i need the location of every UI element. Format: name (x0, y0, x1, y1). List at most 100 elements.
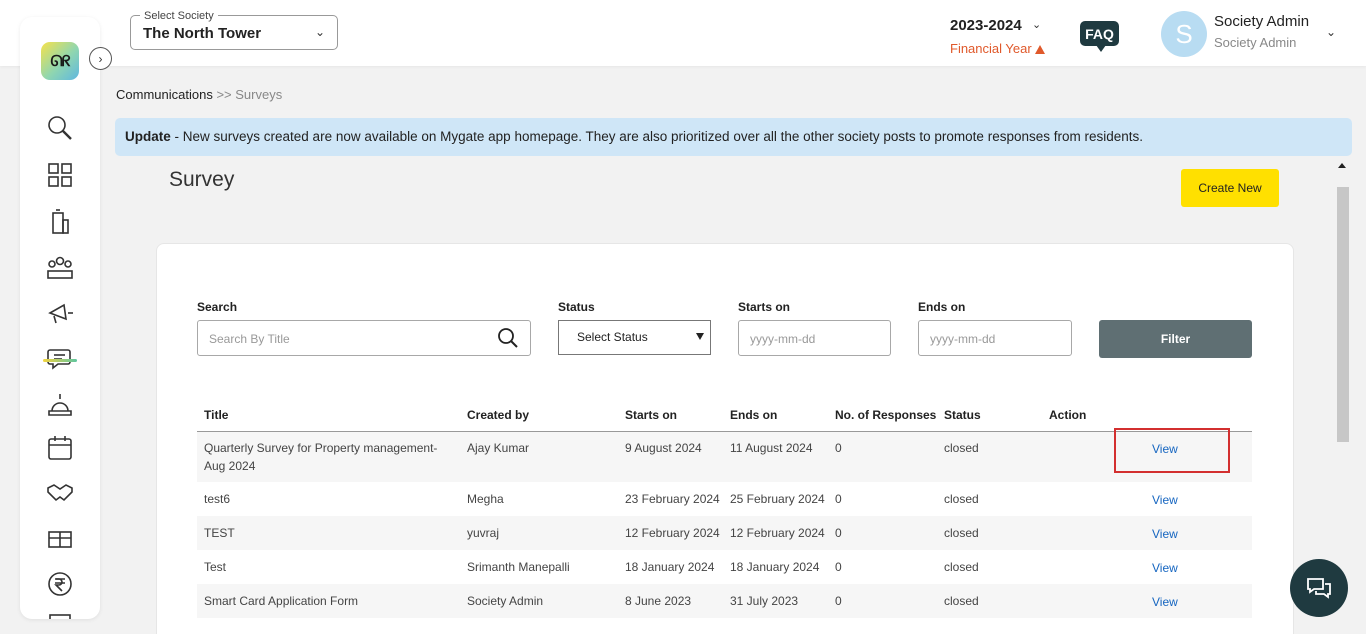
scrollbar[interactable] (1336, 160, 1350, 634)
cell-title: Smart Card Application Form (204, 594, 359, 608)
society-select-value: The North Tower (143, 25, 262, 42)
cell-ends-on: 31 July 2023 (730, 594, 799, 608)
cell-starts-on: 18 January 2024 (625, 560, 715, 574)
cell-ends-on: 18 January 2024 (730, 560, 820, 574)
cell-ends-on: 12 February 2024 (730, 526, 825, 540)
column-header-status: Status (944, 408, 981, 422)
column-header-title: Title (204, 408, 229, 422)
scroll-up-arrow-icon[interactable] (1338, 163, 1346, 168)
starts-on-label: Starts on (738, 300, 791, 314)
cell-title: Test (204, 560, 227, 574)
chevron-down-icon: ⌄ (314, 25, 325, 39)
chat-icon (1307, 578, 1331, 599)
cell-responses: 0 (835, 560, 842, 574)
search-input[interactable]: Search By Title (197, 320, 531, 356)
cell-starts-on: 12 February 2024 (625, 526, 720, 540)
society-select-label: Select Society (140, 10, 218, 22)
cell-status: closed (944, 492, 979, 506)
gift-icon[interactable] (44, 522, 76, 554)
rupee-icon[interactable] (44, 568, 76, 600)
cell-responses: 0 (835, 594, 842, 608)
handshake-icon[interactable] (44, 476, 76, 508)
page-title: Survey (169, 168, 235, 191)
create-new-button[interactable]: Create New (1181, 169, 1279, 207)
status-select[interactable]: Select Status (558, 320, 711, 355)
status-label: Status (558, 300, 595, 314)
breadcrumb: Communications >> Surveys (116, 87, 282, 102)
cell-title: Quarterly Survey for Property management… (204, 441, 438, 473)
column-header-ends-on: Ends on (730, 408, 778, 422)
cell-title: test6 (204, 492, 231, 506)
filter-button[interactable]: Filter (1099, 320, 1252, 358)
chat-support-button[interactable] (1290, 559, 1348, 617)
cell-created-by: Ajay Kumar (467, 441, 530, 455)
view-link[interactable]: View (1152, 559, 1178, 577)
column-header-responses: No. of Responses (835, 408, 937, 422)
update-banner: Update - New surveys created are now ava… (115, 118, 1352, 156)
view-link[interactable]: View (1152, 593, 1178, 611)
cell-responses: 0 (835, 441, 842, 455)
search-icon[interactable] (44, 112, 76, 144)
column-header-action: Action (1049, 408, 1087, 422)
cell-starts-on: 23 February 2024 (625, 492, 720, 506)
banner-text: - New surveys created are now available … (170, 129, 1144, 144)
cell-starts-on: 9 August 2024 (625, 441, 702, 455)
table-row (197, 550, 1252, 584)
warning-icon (1034, 45, 1045, 54)
logo-glyph: ᘏᖇ (50, 52, 70, 70)
user-role: Society Admin (1214, 35, 1297, 50)
breadcrumb-current: Surveys (235, 87, 283, 102)
table-row (197, 516, 1252, 550)
calendar-icon[interactable] (44, 432, 76, 464)
sidebar: ᘏᖇ (20, 17, 100, 619)
cell-status: closed (944, 560, 979, 574)
financial-year-label-row: Financial Year (950, 41, 1045, 56)
scrollbar-thumb[interactable] (1337, 187, 1349, 442)
cell-status: closed (944, 526, 979, 540)
table-row (197, 482, 1252, 516)
column-header-created-by: Created by (467, 408, 530, 422)
view-link[interactable]: View (1152, 491, 1178, 509)
cell-created-by: yuvraj (467, 526, 500, 540)
cell-created-by: Srimanth Manepalli (467, 560, 570, 574)
cell-starts-on: 8 June 2023 (625, 594, 692, 608)
sidebar-expand-button[interactable]: › (89, 47, 112, 70)
view-link[interactable]: View (1152, 525, 1178, 543)
amenities-icon[interactable] (44, 387, 76, 419)
starts-on-input[interactable]: yyyy-mm-dd (738, 320, 891, 356)
top-header: Select Society The North Tower ⌄ 2023-20… (0, 0, 1366, 66)
chevron-down-icon[interactable]: ⌄ (1326, 25, 1336, 39)
search-label: Search (197, 300, 238, 314)
residents-icon[interactable] (44, 251, 76, 283)
status-select-value: Select Status (577, 330, 648, 344)
cell-created-by: Megha (467, 492, 504, 506)
communications-icon[interactable] (44, 342, 76, 374)
faq-button[interactable]: FAQ (1080, 21, 1119, 52)
financial-year-selector[interactable]: 2023-2024 ⌄ Financial Year (950, 17, 1045, 56)
ends-on-label: Ends on (918, 300, 966, 314)
cell-created-by: Society Admin (467, 594, 544, 608)
cell-ends-on: 25 February 2024 (730, 492, 825, 506)
checklist-icon[interactable] (44, 609, 76, 619)
building-icon[interactable] (44, 206, 76, 238)
financial-year-label: Financial Year (950, 41, 1032, 56)
breadcrumb-separator: >> (216, 87, 232, 102)
app-logo[interactable]: ᘏᖇ (41, 42, 79, 80)
cell-status: closed (944, 594, 979, 608)
dashboard-icon[interactable] (44, 159, 76, 191)
search-icon[interactable] (497, 327, 519, 349)
chevron-down-icon: ⌄ (1032, 19, 1042, 31)
active-nav-indicator (43, 359, 77, 362)
cell-responses: 0 (835, 526, 842, 540)
ends-on-input[interactable]: yyyy-mm-dd (918, 320, 1072, 356)
financial-year-value: 2023-2024 (950, 17, 1022, 34)
column-header-starts-on: Starts on (625, 408, 678, 422)
cell-title: TEST (204, 526, 235, 540)
banner-bold-label: Update (125, 129, 171, 144)
breadcrumb-parent[interactable]: Communications (116, 87, 213, 102)
avatar[interactable]: S (1161, 11, 1207, 57)
society-select[interactable]: Select Society The North Tower ⌄ (130, 10, 338, 50)
user-name[interactable]: Society Admin (1214, 13, 1309, 30)
cell-responses: 0 (835, 492, 842, 506)
megaphone-icon[interactable] (44, 297, 76, 329)
